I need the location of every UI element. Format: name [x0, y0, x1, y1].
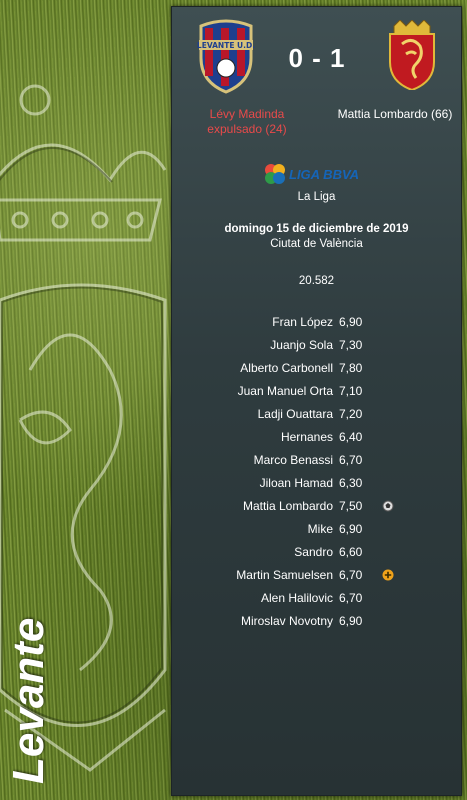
player-name: Martin Samuelsen [236, 568, 333, 582]
player-rating: 7,20 [339, 407, 363, 421]
player-row[interactable]: Alen Halilovic 6,70 [172, 587, 461, 610]
player-rating: 6,90 [339, 614, 363, 628]
player-name: Hernanes [280, 430, 333, 444]
player-ratings-list: Fran López 6,90 Juanjo Sola 7,30 Alberto Car… [172, 311, 461, 633]
player-row[interactable]: Fran López 6,90 [172, 311, 461, 334]
player-row[interactable]: Juanjo Sola 7,30 [172, 334, 461, 357]
player-rating: 7,50 [339, 499, 363, 513]
player-rating: 6,60 [339, 545, 363, 559]
zaragoza-crest-icon [389, 20, 435, 90]
player-rating: 7,80 [339, 361, 363, 375]
player-name: Alberto Carbonell [240, 361, 333, 375]
competition-name: La Liga [297, 191, 336, 203]
levante-crest-icon: LEVANTE U.D. [197, 19, 255, 94]
player-rating: 6,90 [339, 315, 363, 329]
player-row[interactable]: Hernanes 6,40 [172, 426, 461, 449]
player-name: Marco Benassi [253, 453, 333, 467]
player-rating: 7,30 [339, 338, 363, 352]
player-rating: 6,30 [339, 476, 363, 490]
player-row[interactable]: Martin Samuelsen 6,70 [172, 564, 461, 587]
player-rating: 6,40 [339, 430, 363, 444]
player-row[interactable]: Ladji Ouattara 7,20 [172, 403, 461, 426]
player-name: Mike [307, 522, 333, 536]
liga-bbva-logo: LIGA BBVA [265, 164, 359, 184]
player-rating: 6,90 [339, 522, 363, 536]
player-name: Sandro [294, 545, 333, 559]
player-name: Ladji Ouattara [257, 407, 333, 421]
player-row[interactable]: Mike 6,90 [172, 518, 461, 541]
stadium-name: Ciutat de València [270, 238, 363, 250]
player-row[interactable]: Alberto Carbonell 7,80 [172, 357, 461, 380]
player-row[interactable]: Jiloan Hamad 6,30 [172, 472, 461, 495]
svg-text:LIGA BBVA: LIGA BBVA [289, 167, 359, 182]
player-rating: 7,10 [339, 384, 363, 398]
match-summary-panel: LEVANTE U.D. 0 - 1 Lévy Madinda expulsad… [171, 6, 462, 796]
home-event-red-card: Lévy Madinda expulsado (24) [207, 107, 287, 136]
goal-ball-icon [382, 500, 394, 512]
player-rating: 6,70 [339, 591, 363, 605]
player-name: Juanjo Sola [270, 338, 333, 352]
player-name: Fran López [272, 315, 333, 329]
player-name: Mattia Lombardo [242, 499, 333, 513]
team-name-vertical: Levante [4, 617, 53, 784]
player-name: Miroslav Novotny [240, 614, 333, 628]
substitution-icon [382, 569, 394, 581]
player-name: Juan Manuel Orta [237, 384, 333, 398]
player-rating: 6,70 [339, 453, 363, 467]
player-row[interactable]: Sandro 6,60 [172, 541, 461, 564]
match-score: 0 - 1 [288, 43, 346, 73]
player-row[interactable]: Marco Benassi 6,70 [172, 449, 461, 472]
player-rating: 6,70 [339, 568, 363, 582]
match-date: domingo 15 de diciembre de 2019 [224, 223, 409, 235]
player-row[interactable]: Mattia Lombardo 7,50 [172, 495, 461, 518]
player-row[interactable]: Miroslav Novotny 6,90 [172, 610, 461, 633]
away-event-goal: Mattia Lombardo (66) [337, 107, 453, 121]
player-name: Jiloan Hamad [259, 476, 333, 490]
player-name: Alen Halilovic [260, 591, 333, 605]
attendance: 20.582 [298, 275, 335, 287]
svg-text:LEVANTE U.D.: LEVANTE U.D. [197, 41, 255, 50]
player-row[interactable]: Juan Manuel Orta 7,10 [172, 380, 461, 403]
